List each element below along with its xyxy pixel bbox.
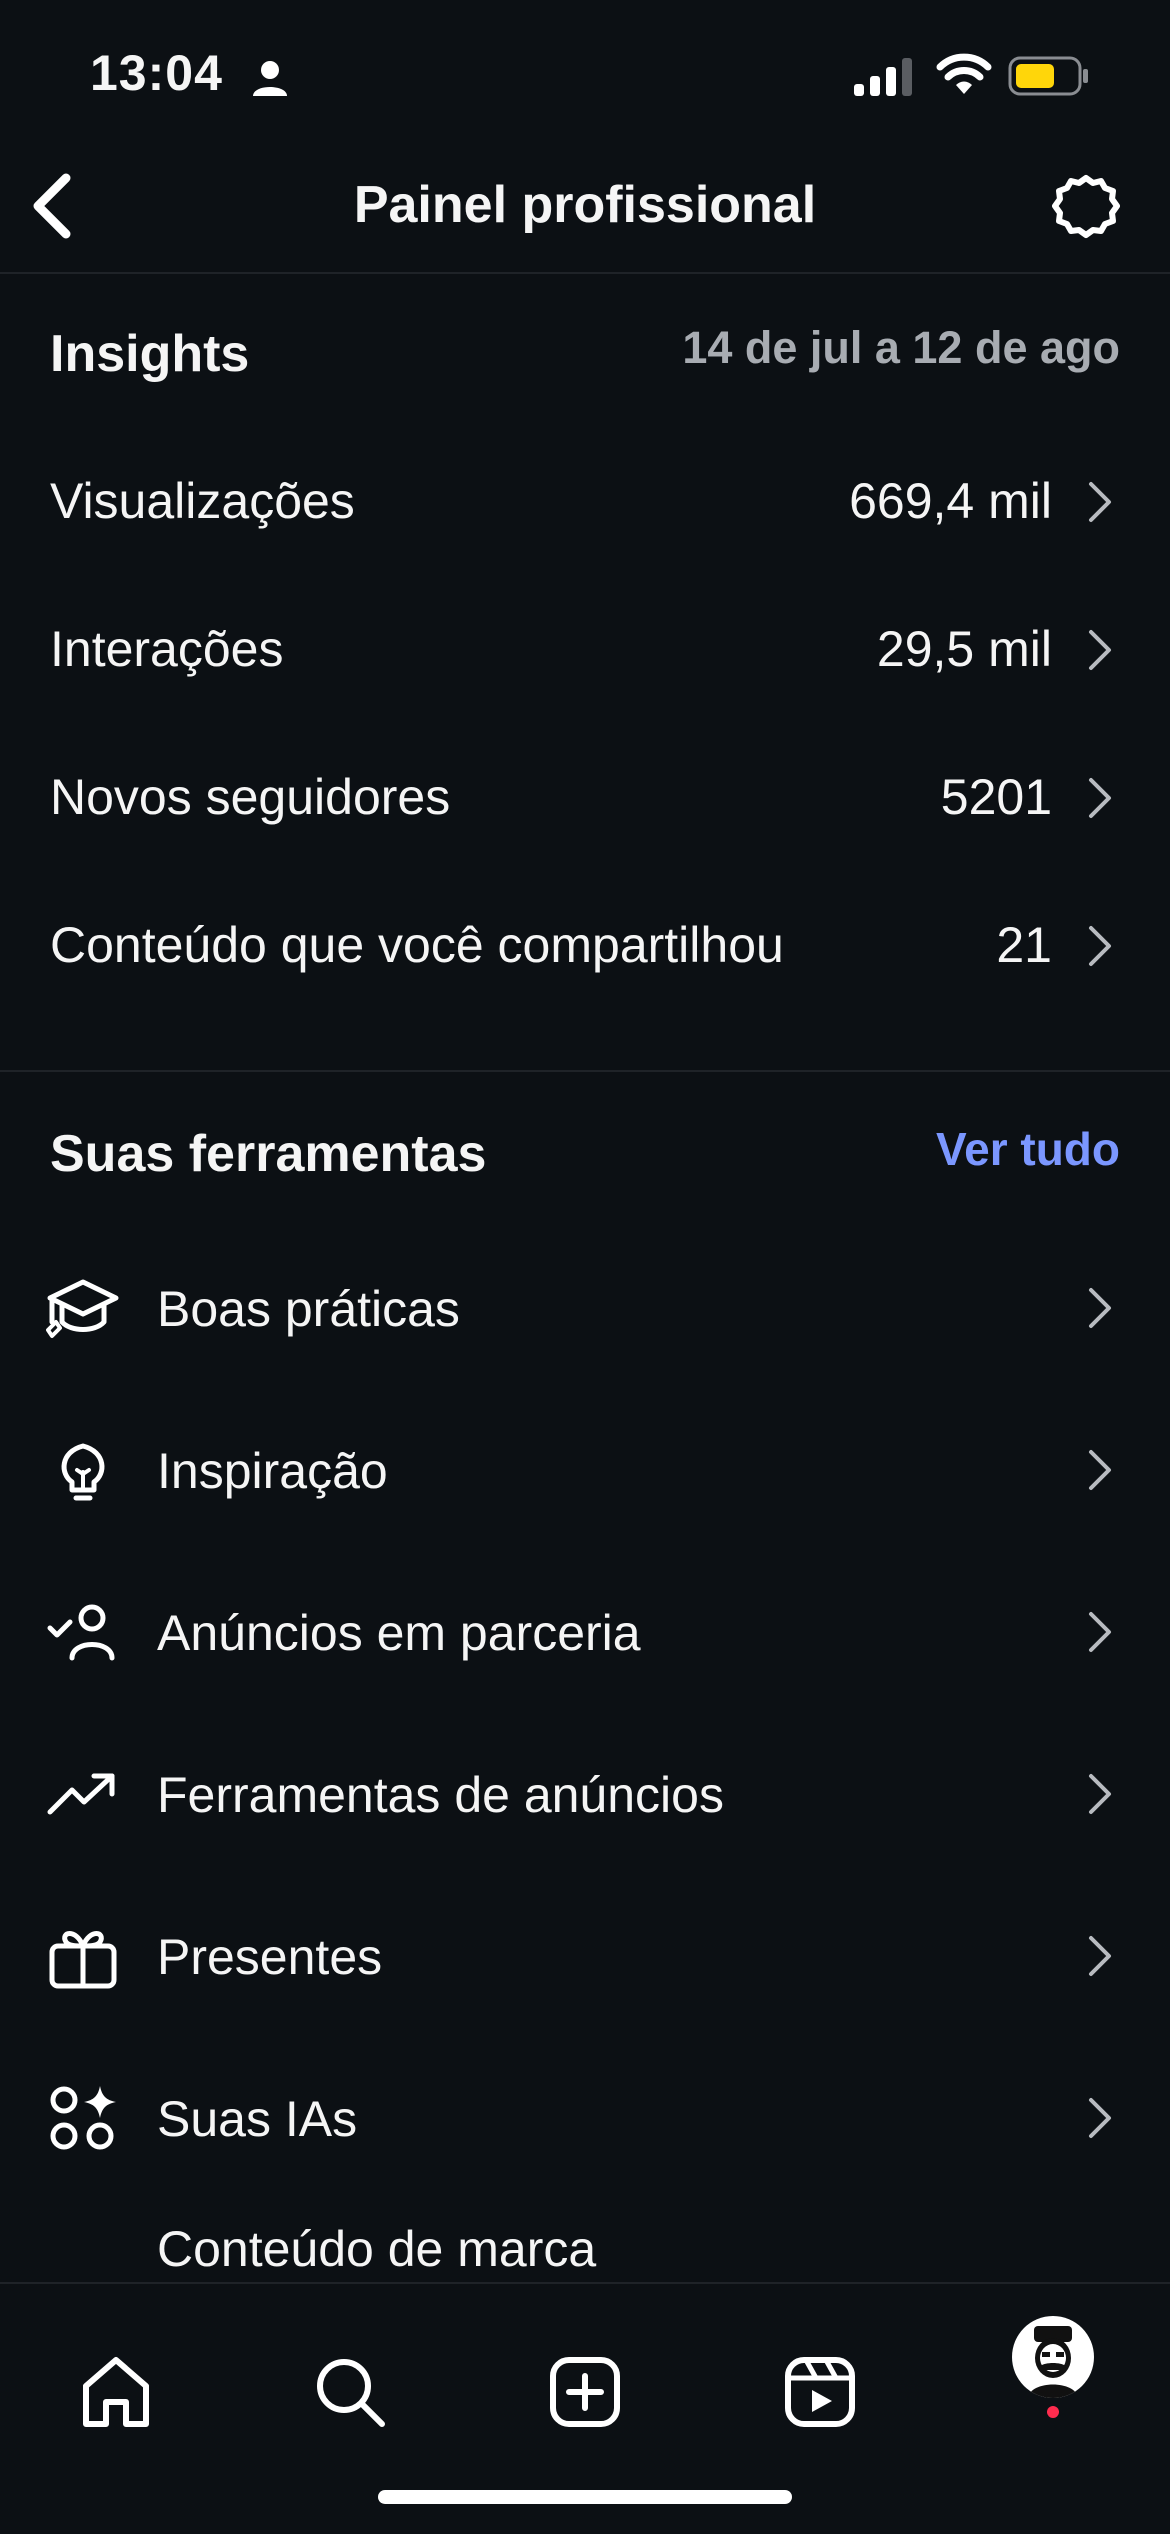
insights-row-label[interactable]: Novos seguidores bbox=[50, 768, 450, 826]
tool-label[interactable]: Conteúdo de marca bbox=[157, 2220, 596, 2278]
insights-row-label[interactable]: Visualizações bbox=[50, 472, 355, 530]
tools-title: Suas ferramentas bbox=[50, 1125, 487, 1183]
see-all-link[interactable]: Ver tudo bbox=[936, 1122, 1120, 1176]
chevron-right-icon[interactable] bbox=[1085, 2094, 1115, 2142]
tool-label[interactable]: Anúncios em parceria bbox=[157, 1604, 641, 1662]
person-icon bbox=[253, 61, 287, 96]
home-indicator bbox=[378, 2490, 792, 2504]
insights-row-value[interactable]: 669,4 mil bbox=[849, 472, 1052, 530]
chevron-right-icon[interactable] bbox=[1085, 1284, 1115, 1332]
section-divider bbox=[0, 1070, 1170, 1072]
chevron-right-icon[interactable] bbox=[1085, 1770, 1115, 1818]
person-check-icon bbox=[47, 1604, 115, 1661]
home-icon[interactable] bbox=[78, 2354, 154, 2430]
reels-icon[interactable] bbox=[782, 2354, 858, 2430]
tool-label[interactable]: Boas práticas bbox=[157, 1280, 460, 1338]
chevron-right-icon[interactable] bbox=[1085, 922, 1115, 970]
chevron-right-icon[interactable] bbox=[1085, 774, 1115, 822]
tool-label[interactable]: Presentes bbox=[157, 1928, 382, 1986]
chevron-right-icon[interactable] bbox=[1085, 1608, 1115, 1656]
search-icon[interactable] bbox=[312, 2354, 388, 2430]
trending-up-icon bbox=[47, 1773, 115, 1815]
insights-row-value[interactable]: 29,5 mil bbox=[877, 620, 1052, 678]
notification-dot bbox=[1047, 2406, 1059, 2418]
settings-gear-icon[interactable] bbox=[1050, 172, 1122, 244]
signal-icon bbox=[854, 58, 912, 96]
battery-icon bbox=[1008, 56, 1088, 96]
header-divider bbox=[0, 272, 1170, 274]
chevron-right-icon[interactable] bbox=[1085, 1446, 1115, 1494]
page-title: Painel profissional bbox=[353, 176, 817, 234]
avatar-face-icon bbox=[1028, 2326, 1078, 2398]
insights-date-range[interactable]: 14 de jul a 12 de ago bbox=[682, 322, 1120, 374]
chevron-right-icon[interactable] bbox=[1085, 478, 1115, 526]
chevron-right-icon[interactable] bbox=[1085, 626, 1115, 674]
graduation-cap-icon bbox=[46, 1279, 119, 1338]
tool-label[interactable]: Suas IAs bbox=[157, 2090, 357, 2148]
insights-title: Insights bbox=[50, 325, 250, 383]
create-icon[interactable] bbox=[547, 2354, 623, 2430]
chevron-right-icon[interactable] bbox=[1085, 1932, 1115, 1980]
insights-row-label[interactable]: Conteúdo que você compartilhou bbox=[50, 916, 784, 974]
profile-avatar[interactable] bbox=[1012, 2316, 1094, 2398]
wifi-icon bbox=[936, 53, 992, 94]
lightbulb-icon bbox=[61, 1443, 105, 1501]
ai-sparkle-icon bbox=[50, 2086, 116, 2150]
insights-row-label[interactable]: Interações bbox=[50, 620, 283, 678]
tool-label[interactable]: Ferramentas de anúncios bbox=[157, 1766, 724, 1824]
tool-label[interactable]: Inspiração bbox=[157, 1442, 388, 1500]
gift-icon bbox=[49, 1931, 117, 1989]
insights-row-value[interactable]: 5201 bbox=[941, 768, 1052, 826]
insights-row-value[interactable]: 21 bbox=[996, 916, 1052, 974]
status-time: 13:04 bbox=[90, 45, 223, 101]
